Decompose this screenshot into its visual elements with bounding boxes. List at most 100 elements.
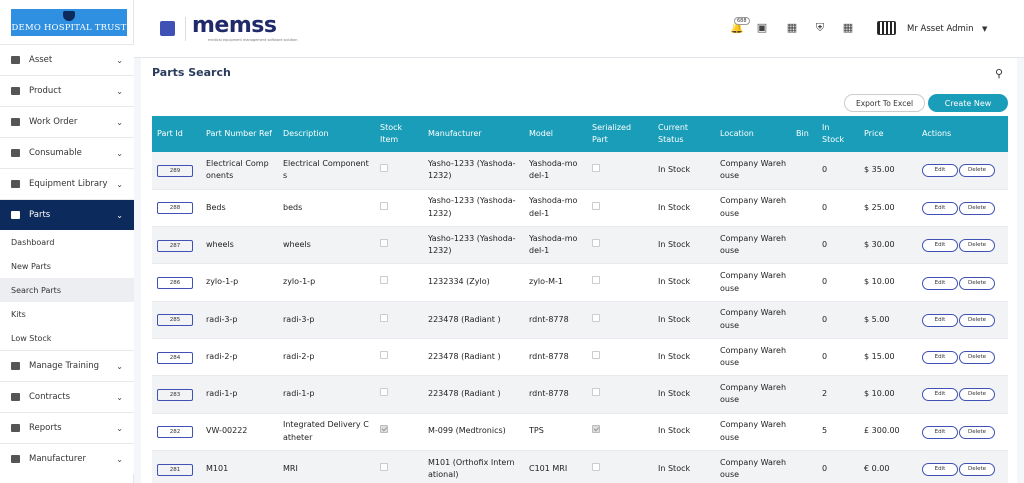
column-header[interactable]: Part Number Ref <box>201 116 278 152</box>
serialized-part-checkbox-cell <box>587 152 653 189</box>
table-row[interactable]: 288 Beds beds Yasho-1233 (Yashoda-1232) Yash… <box>152 189 1008 227</box>
edit-button[interactable]: Edit <box>922 463 958 477</box>
edit-button[interactable]: Edit <box>922 351 958 365</box>
sidebar-subitem-kits[interactable]: Kits <box>0 302 134 326</box>
part-id-link[interactable]: 287 <box>157 239 193 252</box>
serialized-part-checkbox <box>592 350 600 359</box>
column-header[interactable]: In Stock <box>817 116 859 152</box>
part-id-link[interactable]: 286 <box>157 277 193 290</box>
price-cell: $ 35.00 <box>864 165 895 175</box>
part-id-link[interactable]: 285 <box>157 314 193 327</box>
delete-button[interactable]: Delete <box>959 425 995 439</box>
delete-button[interactable]: Delete <box>959 276 995 290</box>
part-id-link[interactable]: 281 <box>157 463 193 476</box>
part-id-link[interactable]: 282 <box>157 426 193 439</box>
table-row[interactable]: 282 VW-00222 Integrated Delivery Catheter M… <box>152 413 1008 451</box>
table-row[interactable]: 289 Electrical Components Electrical Compo… <box>152 152 1008 190</box>
part-number-ref-cell: radi-2-p <box>206 351 238 361</box>
delete-button[interactable]: Delete <box>959 313 995 327</box>
delete-button[interactable]: Delete <box>959 388 995 402</box>
table-row[interactable]: 287 wheels wheels Yasho-1233 (Yashoda-1232)… <box>152 226 1008 264</box>
sidebar-item-manufacturer[interactable]: Manufacturer ⌄ <box>0 443 134 474</box>
menu-toggle-button[interactable] <box>160 21 175 36</box>
sidebar-item-label: Manufacturer <box>29 454 86 464</box>
part-id-cell: 286 <box>152 264 201 301</box>
delete-button[interactable]: Delete <box>959 239 995 253</box>
sidebar-item-manage-training[interactable]: Manage Training ⌄ <box>0 350 134 381</box>
edit-button[interactable]: Edit <box>922 201 958 215</box>
in-stock-cell: 0 <box>822 314 828 324</box>
sidebar-subitem-search-parts[interactable]: Search Parts <box>0 278 134 302</box>
table-row[interactable]: 286 zylo-1-p zylo-1-p 1232334 (Zylo) zylo-M-… <box>152 264 1008 302</box>
sidebar-item-consumable[interactable]: Consumable ⌄ <box>0 137 134 168</box>
sidebar-subitem-dashboard[interactable]: Dashboard <box>0 230 134 254</box>
sidebar-item-equipment-library[interactable]: Equipment Library ⌄ <box>0 168 134 199</box>
sidebar-item-asset[interactable]: Asset ⌄ <box>0 44 134 75</box>
stock-item-checkbox <box>380 313 388 322</box>
delete-button[interactable]: Delete <box>959 201 995 215</box>
status-cell: In Stock <box>658 202 691 212</box>
search-icon[interactable]: ⚲ <box>995 67 1003 80</box>
part-id-link[interactable]: 289 <box>157 164 193 177</box>
edit-button[interactable]: Edit <box>922 276 958 290</box>
sidebar-item-parts[interactable]: Parts ⌄ <box>0 199 134 230</box>
part-id-link[interactable]: 284 <box>157 351 193 364</box>
column-header[interactable]: Serialized Part <box>587 116 653 152</box>
user-name[interactable]: Mr Asset Admin <box>907 24 974 34</box>
column-header[interactable]: Price <box>859 116 917 152</box>
export-to-excel-button[interactable]: Export To Excel <box>844 94 925 112</box>
bin-cell <box>791 301 817 338</box>
avatar[interactable] <box>877 21 896 35</box>
table-row[interactable]: 284 radi-2-p radi-2-p 223478 (Radiant ) rdnt… <box>152 338 1008 376</box>
description-cell: MRI <box>283 463 298 473</box>
column-header[interactable]: Model <box>524 116 587 152</box>
bin-cell <box>791 189 817 226</box>
table-row[interactable]: 283 radi-1-p radi-1-p 223478 (Radiant ) rdnt… <box>152 375 1008 414</box>
brand-logo[interactable]: memss <box>192 13 277 38</box>
column-header[interactable]: Part Id <box>152 116 201 152</box>
table-row[interactable]: 285 radi-3-p radi-3-p 223478 (Radiant ) rdnt… <box>152 301 1008 339</box>
location-cell: Company Warehouse <box>720 420 787 442</box>
sidebar-item-work-order[interactable]: Work Order ⌄ <box>0 106 134 137</box>
description-cell: radi-3-p <box>283 314 315 324</box>
hospital-logo[interactable]: DEMO HOSPITAL TRUST <box>11 9 127 36</box>
create-new-button[interactable]: Create New <box>928 94 1008 112</box>
table-row[interactable]: 281 M101 MRI M101 (Orthofix International) C… <box>152 450 1008 483</box>
sidebar-subitem-low-stock[interactable]: Low Stock <box>0 326 134 350</box>
description-cell: radi-2-p <box>283 351 315 361</box>
qr-code-icon[interactable]: ▦ <box>786 22 798 34</box>
sidebar-item-product[interactable]: Product ⌄ <box>0 75 134 106</box>
edit-button[interactable]: Edit <box>922 425 958 439</box>
edit-button[interactable]: Edit <box>922 239 958 253</box>
delete-button[interactable]: Delete <box>959 463 995 477</box>
note-icon[interactable]: ▣ <box>756 22 768 34</box>
edit-button[interactable]: Edit <box>922 164 958 178</box>
sidebar-item-reports[interactable]: Reports ⌄ <box>0 412 134 443</box>
edit-button[interactable]: Edit <box>922 388 958 402</box>
delete-button[interactable]: Delete <box>959 164 995 178</box>
sidebar-subitem-new-parts[interactable]: New Parts <box>0 254 134 278</box>
serialized-part-checkbox <box>592 238 600 247</box>
part-id-link[interactable]: 283 <box>157 388 193 401</box>
sidebar-item-contracts[interactable]: Contracts ⌄ <box>0 381 134 412</box>
model-cell: rdnt-8778 <box>529 389 569 399</box>
column-header[interactable]: Current Status <box>653 116 715 152</box>
column-header[interactable]: Bin <box>791 116 817 152</box>
column-header[interactable]: Description <box>278 116 375 152</box>
scan-icon[interactable]: ▦ <box>842 22 854 34</box>
delete-button[interactable]: Delete <box>959 351 995 365</box>
grid-icon <box>11 149 20 157</box>
caret-down-icon[interactable]: ▼ <box>982 25 987 33</box>
part-id-link[interactable]: 288 <box>157 202 193 215</box>
actions-cell: Edit Delete <box>917 227 1008 264</box>
column-header[interactable]: Stock Item <box>375 116 423 152</box>
description-cell: radi-1-p <box>283 389 315 399</box>
shield-icon[interactable]: ⛨ <box>814 22 826 34</box>
column-header[interactable]: Manufacturer <box>423 116 524 152</box>
stock-item-checkbox <box>380 164 388 173</box>
column-header[interactable]: Location <box>715 116 791 152</box>
edit-button[interactable]: Edit <box>922 313 958 327</box>
sidebar-item-label: Work Order <box>29 117 78 127</box>
part-number-ref-cell: wheels <box>206 239 234 249</box>
in-stock-cell: 0 <box>822 202 828 212</box>
